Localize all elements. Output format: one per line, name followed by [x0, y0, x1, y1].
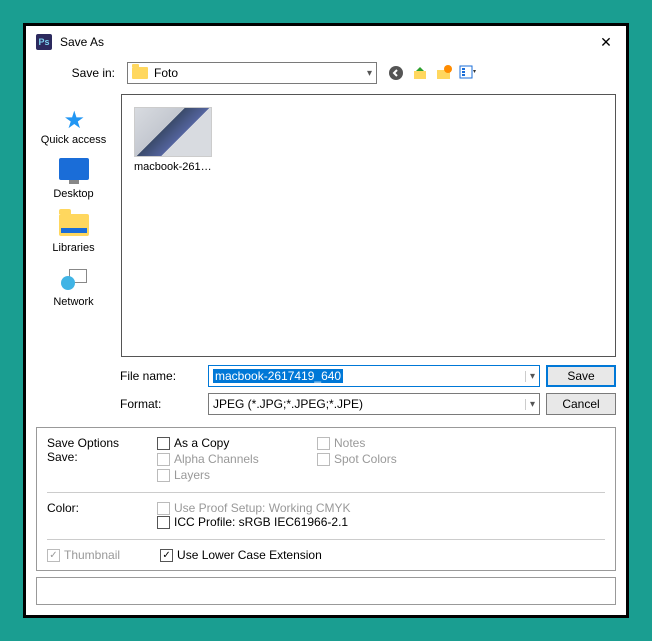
places-sidebar: ★ Quick access Desktop Libraries Network [26, 88, 121, 363]
checkbox-icc-profile[interactable]: ICC Profile: sRGB IEC61966-2.1 [157, 515, 605, 529]
star-icon: ★ [64, 106, 86, 135]
sidebar-item-label: Quick access [41, 134, 106, 146]
chevron-down-icon: ▾ [367, 68, 372, 79]
save-as-dialog: Ps Save As ✕ Save in: Foto ▾ ★ Quick acc… [26, 26, 626, 615]
save-options-label: Save: [47, 450, 157, 464]
back-button[interactable] [387, 64, 405, 82]
save-in-value: Foto [154, 66, 178, 80]
sidebar-item-label: Desktop [53, 188, 93, 200]
sidebar-item-label: Network [53, 296, 93, 308]
sidebar-item-desktop[interactable]: Desktop [30, 152, 117, 204]
sidebar-item-network[interactable]: Network [30, 260, 117, 312]
format-dropdown[interactable]: JPEG (*.JPG;*.JPEG;*.JPE) ▾ [208, 393, 540, 415]
close-button[interactable]: ✕ [596, 34, 616, 51]
save-options-panel: Save Options Save: As a Copy Notes Alpha… [36, 427, 616, 571]
checkbox-layers: Layers [157, 468, 307, 482]
warnings-area [36, 577, 616, 605]
window-title: Save As [60, 35, 596, 49]
cancel-button[interactable]: Cancel [546, 393, 616, 415]
new-folder-button[interactable] [435, 64, 453, 82]
save-button[interactable]: Save [546, 365, 616, 387]
checkbox-lowercase-extension[interactable]: ✓Use Lower Case Extension [160, 548, 322, 562]
checkbox-notes: Notes [317, 436, 467, 450]
view-menu-button[interactable] [459, 64, 477, 82]
title-bar: Ps Save As ✕ [26, 26, 626, 58]
libraries-icon [59, 214, 89, 236]
folder-icon [132, 67, 148, 79]
checkbox-proof-setup: Use Proof Setup: Working CMYK [157, 501, 605, 515]
monitor-icon [59, 158, 89, 180]
chevron-down-icon: ▾ [525, 399, 535, 410]
filename-value: macbook-2617419_640 [213, 369, 343, 383]
file-item[interactable]: macbook-26174... [134, 107, 216, 173]
sidebar-item-label: Libraries [52, 242, 94, 254]
file-caption: macbook-26174... [134, 161, 216, 173]
checkbox-thumbnail: ✓Thumbnail [47, 548, 120, 562]
checkbox-as-a-copy[interactable]: As a Copy [157, 436, 307, 450]
sidebar-item-libraries[interactable]: Libraries [30, 206, 117, 258]
checkbox-alpha-channels: Alpha Channels [157, 452, 307, 466]
format-label: Format: [120, 397, 202, 411]
file-thumbnail [134, 107, 212, 157]
network-icon [61, 266, 87, 290]
up-one-level-button[interactable] [411, 64, 429, 82]
photoshop-icon: Ps [36, 34, 52, 50]
save-in-label: Save in: [36, 66, 121, 80]
save-in-dropdown[interactable]: Foto ▾ [127, 62, 377, 84]
filename-label: File name: [120, 369, 202, 383]
chevron-down-icon: ▾ [525, 371, 535, 382]
sidebar-item-quick-access[interactable]: ★ Quick access [30, 98, 117, 150]
filename-input[interactable]: macbook-2617419_640 ▾ [208, 365, 540, 387]
checkbox-spot-colors: Spot Colors [317, 452, 467, 466]
color-label: Color: [47, 501, 157, 529]
save-options-header: Save Options [47, 436, 157, 450]
save-in-row: Save in: Foto ▾ [26, 58, 626, 88]
format-value: JPEG (*.JPG;*.JPEG;*.JPE) [213, 397, 521, 411]
file-list-pane[interactable]: macbook-26174... [121, 94, 616, 357]
